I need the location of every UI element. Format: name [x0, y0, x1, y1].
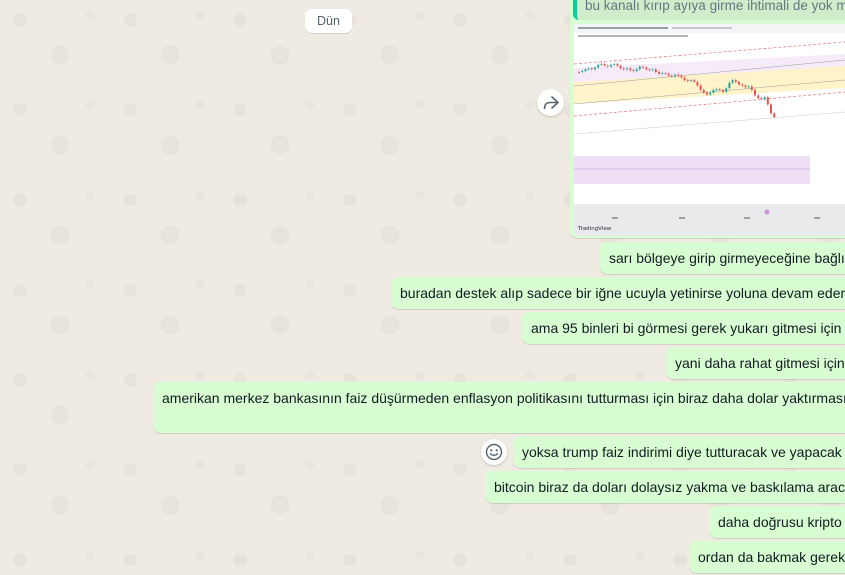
candle-body [619, 65, 622, 69]
candle-body [718, 89, 721, 90]
chart-image-attachment[interactable]: TradingView [574, 24, 845, 236]
candle-body [722, 90, 724, 92]
date-divider: Dün [305, 9, 352, 33]
candle-body [750, 86, 753, 90]
candle-body [651, 69, 654, 71]
quoted-message[interactable]: bu kanalı kırıp ayıya girme ihtimali de … [573, 0, 845, 20]
candle-body [728, 82, 731, 89]
forward-icon [543, 95, 559, 109]
react-emoji-button[interactable] [481, 439, 507, 465]
image-message-bubble[interactable]: bu kanalı kırıp ayıya girme ihtimali de … [570, 0, 845, 238]
message-bubble[interactable]: sarı bölgeye girip girmeyeceğine bağlı [600, 242, 845, 274]
message-bubble[interactable]: ordan da bakmak gerek [689, 541, 845, 573]
candle-body [606, 65, 609, 67]
candle-body [754, 90, 756, 96]
message-text: bitcoin biraz da doları dolaysız yakma v… [494, 479, 845, 495]
message-bubble[interactable]: buradan destek alıp sadece bir iğne ucuy… [391, 277, 845, 309]
message-bubble[interactable]: bitcoin biraz da doları dolaysız yakma v… [485, 471, 845, 503]
candle-body [706, 92, 708, 95]
message-text: sarı bölgeye girip girmeyeceğine bağlı [609, 250, 845, 266]
candle-body [766, 97, 769, 105]
candle-body [738, 81, 740, 85]
message-text: buradan destek alıp sadece bir iğne ucuy… [400, 285, 845, 301]
candle-body [642, 66, 644, 68]
chart-indicator-panel [574, 156, 810, 184]
candle-body [693, 80, 696, 82]
candle-body [696, 81, 699, 86]
message-bubble[interactable]: daha doğrusu kripto [709, 506, 845, 538]
candle-body [667, 73, 670, 76]
candle-body [677, 74, 680, 76]
candle-body [686, 80, 689, 81]
message-text: ordan da bakmak gerek [698, 549, 845, 565]
candle-body [674, 74, 676, 77]
candle-body [763, 97, 766, 99]
candle-body [626, 68, 628, 70]
candle-body [597, 64, 600, 68]
candle-body [622, 68, 625, 70]
candle-body [661, 72, 664, 74]
candle-body [734, 80, 737, 82]
candle-body [712, 90, 715, 93]
candle-body [654, 69, 657, 72]
candle-body [590, 68, 593, 70]
chart-image-svg: TradingView [574, 24, 845, 236]
candle-body [770, 104, 772, 114]
smiley-icon [485, 443, 503, 461]
candle-body [670, 75, 673, 77]
candle-body [616, 63, 619, 66]
candle-body [741, 84, 744, 86]
candle-body [699, 85, 702, 90]
chart-marker [764, 209, 770, 215]
candle-body [587, 68, 590, 70]
candle-body [578, 72, 580, 73]
message-bubble[interactable]: amerikan merkez bankasının faiz düşürmed… [153, 382, 845, 433]
message-bubble[interactable]: yani daha rahat gitmesi için [666, 347, 845, 379]
candle-body [702, 90, 705, 93]
candle-body [635, 69, 638, 72]
candle-body [690, 80, 692, 81]
candle-body [760, 98, 763, 99]
message-text: amerikan merkez bankasının faiz düşürmed… [162, 390, 845, 406]
candle-body [683, 77, 686, 81]
candle-body [715, 89, 718, 90]
candle-body [594, 67, 596, 70]
candle-body [581, 71, 584, 72]
candle-body [747, 86, 750, 88]
candle-body [773, 113, 776, 117]
candle-body [680, 75, 683, 78]
candle-body [613, 63, 616, 65]
chart-footer [574, 204, 845, 236]
tradingview-watermark: TradingView [577, 226, 612, 232]
candle-body [603, 63, 606, 66]
candle-body [600, 63, 603, 65]
candle-body [584, 69, 587, 72]
message-text: daha doğrusu kripto [718, 514, 842, 530]
candle-body [610, 64, 612, 67]
message-bubble[interactable]: ama 95 binleri bi görmesi gerek yukarı g… [522, 312, 845, 344]
message-bubble[interactable]: yoksa trump faiz indirimi diye tutturaca… [513, 436, 845, 468]
candle-body [757, 95, 760, 99]
candle-body [744, 85, 747, 88]
candle-body [709, 92, 712, 95]
message-text: yoksa trump faiz indirimi diye tutturaca… [522, 444, 842, 460]
message-text: ama 95 binleri bi görmesi gerek yukarı g… [531, 320, 842, 336]
candle-body [725, 88, 728, 92]
candle-body [645, 67, 648, 70]
forward-button[interactable] [537, 89, 564, 116]
candle-body [658, 72, 660, 74]
message-text: yani daha rahat gitmesi için [675, 355, 845, 371]
candle-body [629, 68, 632, 71]
candle-body [664, 72, 667, 74]
candle-body [648, 69, 651, 71]
candle-body [632, 70, 635, 72]
candle-body [731, 80, 734, 83]
candle-body [638, 66, 641, 70]
